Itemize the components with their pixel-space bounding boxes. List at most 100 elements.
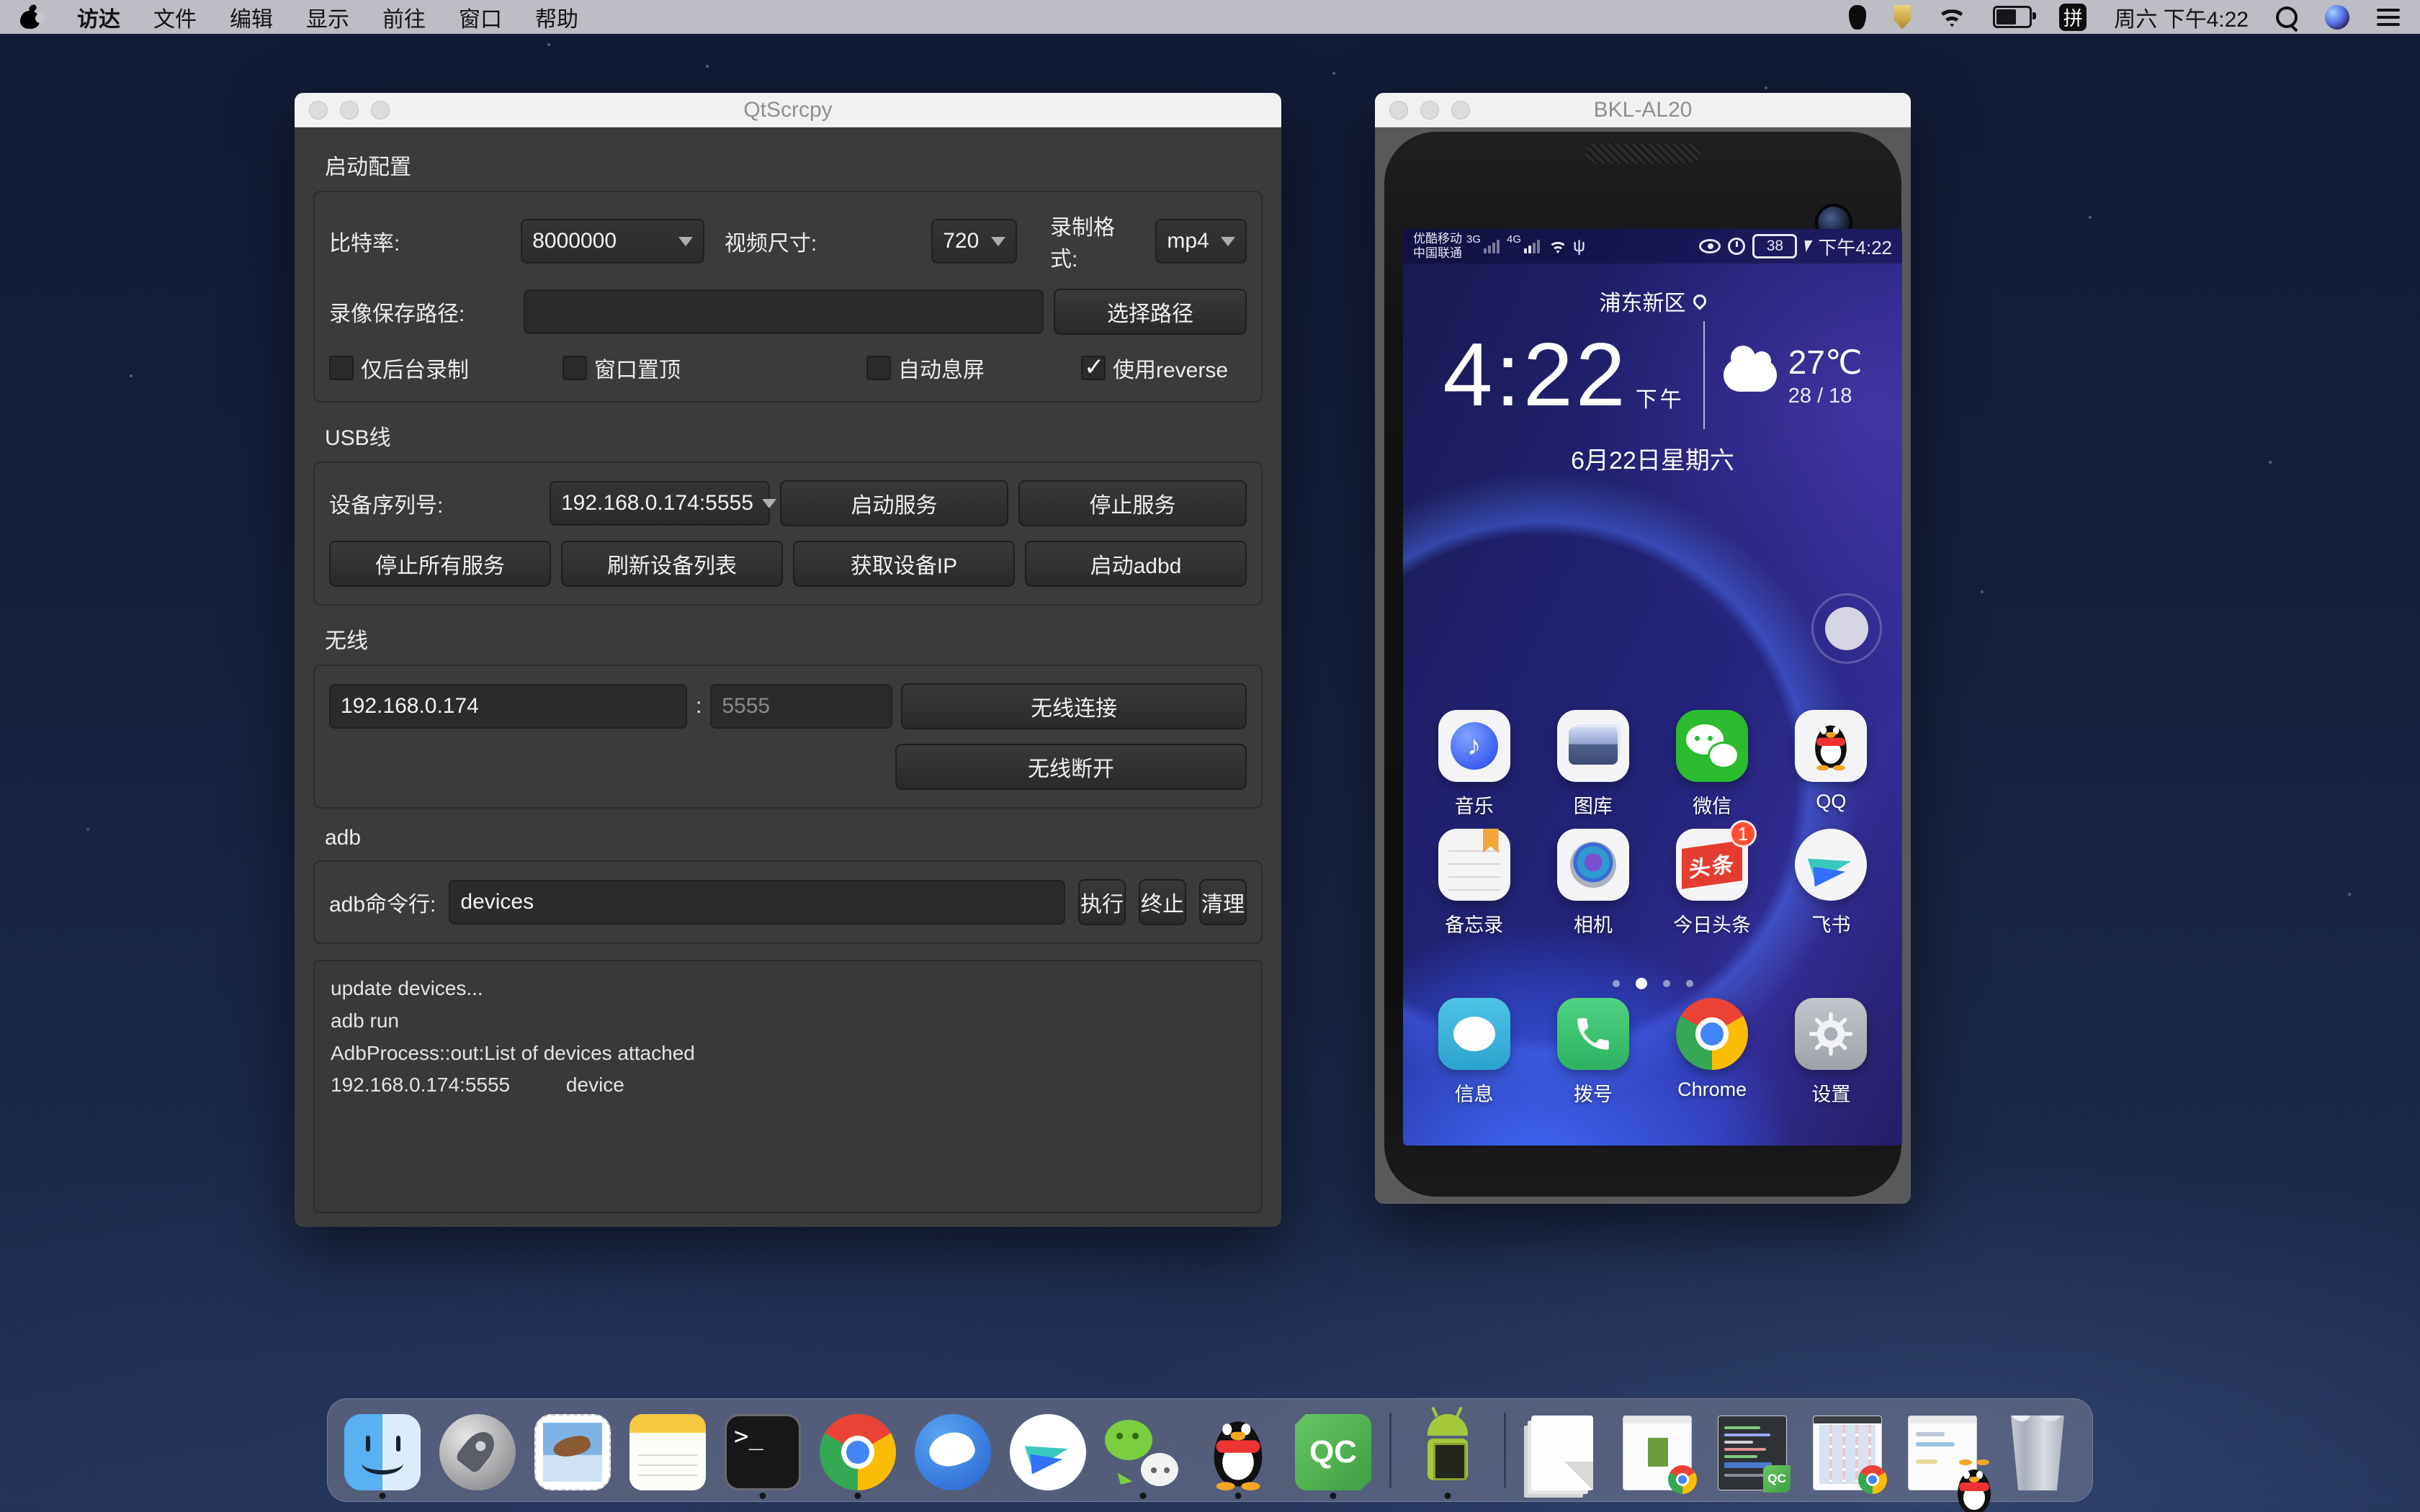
wireless-connect-button[interactable]: 无线连接 [901,683,1247,729]
spotlight-search-icon[interactable] [2276,6,2298,28]
paper-plane-icon [1010,1414,1086,1490]
dock-minimized-qtcreator-window[interactable]: QC [1712,1410,1793,1490]
widget-ampm: 下午 [1636,382,1685,413]
record-format-label: 录制格式: [1050,210,1141,273]
app-chrome[interactable]: Chrome [1665,998,1759,1107]
app-music[interactable]: ♪ 音乐 [1428,710,1521,819]
app-feishu[interactable]: 飞书 [1784,829,1878,937]
battery-icon[interactable] [1993,6,2032,28]
app-dialer[interactable]: 拨号 [1546,998,1640,1107]
photo-icon [1569,727,1618,765]
dock-minimized-qq-chat[interactable] [1902,1410,1983,1490]
dock-chrome[interactable] [817,1410,898,1490]
wireless-ip-input[interactable] [329,684,687,729]
log-line: 192.168.0.174:5555 device [331,1074,624,1096]
checkbox-auto-screen-off[interactable]: 自动息屏 [866,352,1081,384]
temperature: 27℃ [1788,343,1863,382]
charging-bolt-icon [1801,240,1813,252]
video-size-select[interactable]: 720 [931,219,1017,264]
cloud-icon [1724,359,1777,392]
dock-qq[interactable] [1198,1410,1278,1490]
alarm-clock-icon [1728,238,1745,255]
checkbox-use-reverse[interactable]: 使用reverse [1081,352,1228,384]
wireless-port-input[interactable] [710,684,892,729]
floating-nav-ball[interactable] [1811,593,1882,664]
start-adbd-button[interactable]: 启动adbd [1025,541,1247,587]
app-camera[interactable]: 相机 [1546,829,1640,937]
dock-qtcreator[interactable]: QC [1293,1410,1373,1490]
record-path-input[interactable] [524,289,1044,334]
camera-lens-icon [1570,842,1616,888]
adb-log-output[interactable]: update devices... adb run AdbProcess::ou… [313,960,1263,1213]
checkbox-window-on-top[interactable]: 窗口置顶 [563,352,866,384]
apple-menu-icon[interactable] [20,6,40,29]
dock-trash[interactable] [1997,1410,2078,1490]
app-qq[interactable]: QQ [1784,710,1878,819]
wifi-icon [1549,239,1567,253]
notification-center-icon[interactable] [2377,9,2400,26]
dock-seal-app[interactable] [913,1410,993,1490]
dock-scrcpy-android[interactable] [1407,1410,1488,1490]
menubar-clock[interactable]: 周六 下午4:22 [2114,1,2249,33]
app-notes[interactable]: 备忘录 [1428,829,1521,937]
checkbox-background-record[interactable]: 仅后台录制 [329,352,563,384]
stop-service-button[interactable]: 停止服务 [1018,480,1247,526]
adb-stop-button[interactable]: 终止 [1139,879,1186,925]
adb-run-button[interactable]: 执行 [1078,879,1126,925]
wifi-icon[interactable] [1938,7,1966,27]
clock-weather-widget[interactable]: 浦东新区 4:22 下午 27℃ 28 / 18 [1403,285,1902,476]
start-service-button[interactable]: 启动服务 [780,480,1008,526]
window-thumbnail [1813,1416,1882,1490]
device-serial-select[interactable]: 192.168.0.174:5555 [550,481,770,526]
stop-all-services-button[interactable]: 停止所有服务 [329,541,551,587]
input-method-icon[interactable]: 拼 [2059,4,2087,31]
dock-notes[interactable] [627,1410,708,1490]
location-pin-icon [1690,292,1708,310]
chevron-down-icon [1221,237,1235,246]
app-wechat[interactable]: 微信 [1665,710,1759,819]
status-bar-time: 下午4:22 [1818,233,1892,260]
shield-menubar-icon[interactable] [1894,5,1911,30]
dock-mail[interactable] [532,1410,613,1490]
qq-menubar-icon[interactable] [1849,5,1866,30]
qtscrcpy-titlebar[interactable]: QtScrcpy [295,93,1281,127]
menu-view[interactable]: 显示 [306,1,349,33]
wireless-disconnect-button[interactable]: 无线断开 [895,744,1247,790]
menu-app-name[interactable]: 访达 [77,1,120,33]
dock-finder[interactable] [342,1410,423,1490]
menu-edit[interactable]: 编辑 [230,1,273,33]
refresh-device-list-button[interactable]: 刷新设备列表 [561,541,783,587]
phone-window-titlebar[interactable]: BKL-AL20 [1375,93,1911,127]
adb-command-input[interactable] [449,880,1065,924]
menu-help[interactable]: 帮助 [535,1,578,33]
menu-file[interactable]: 文件 [153,1,197,33]
app-toutiao[interactable]: 头条 1 今日头条 [1665,829,1759,937]
dock-feishu[interactable] [1008,1410,1088,1490]
phone-screen[interactable]: 优酷移动 中国联通 3G 4G ψ 38 下午4:22 [1403,229,1902,1146]
gear-icon [1807,1010,1855,1058]
get-device-ip-button[interactable]: 获取设备IP [793,541,1015,587]
menu-window[interactable]: 窗口 [459,1,502,33]
record-format-select[interactable]: mp4 [1155,219,1247,264]
dock-divider [1389,1413,1392,1488]
dock-terminal[interactable]: >_ [722,1410,803,1490]
checkbox-icon [866,356,891,380]
battery-indicator: 38 [1752,234,1797,258]
adb-clear-button[interactable]: 清理 [1199,879,1247,925]
dock-minimized-chrome-webpage[interactable] [1807,1410,1888,1490]
app-settings[interactable]: 设置 [1784,998,1878,1107]
siri-icon[interactable] [2325,5,2349,30]
dock-documents-stack[interactable] [1522,1410,1603,1490]
signal-bars-icon [1524,240,1540,253]
phone-chin [1403,1146,1902,1189]
bitrate-select[interactable]: 8000000 [521,219,704,264]
serial-label: 设备序列号: [329,487,539,519]
dock-minimized-chrome-window[interactable] [1617,1410,1698,1490]
app-gallery[interactable]: 图库 [1546,710,1640,819]
app-messages[interactable]: 信息 [1428,998,1521,1107]
choose-path-button[interactable]: 选择路径 [1054,289,1247,335]
menu-go[interactable]: 前往 [382,1,426,33]
dock-launchpad[interactable] [437,1410,518,1490]
dock-wechat[interactable] [1103,1410,1183,1490]
phone-handset-icon [1572,1013,1614,1055]
